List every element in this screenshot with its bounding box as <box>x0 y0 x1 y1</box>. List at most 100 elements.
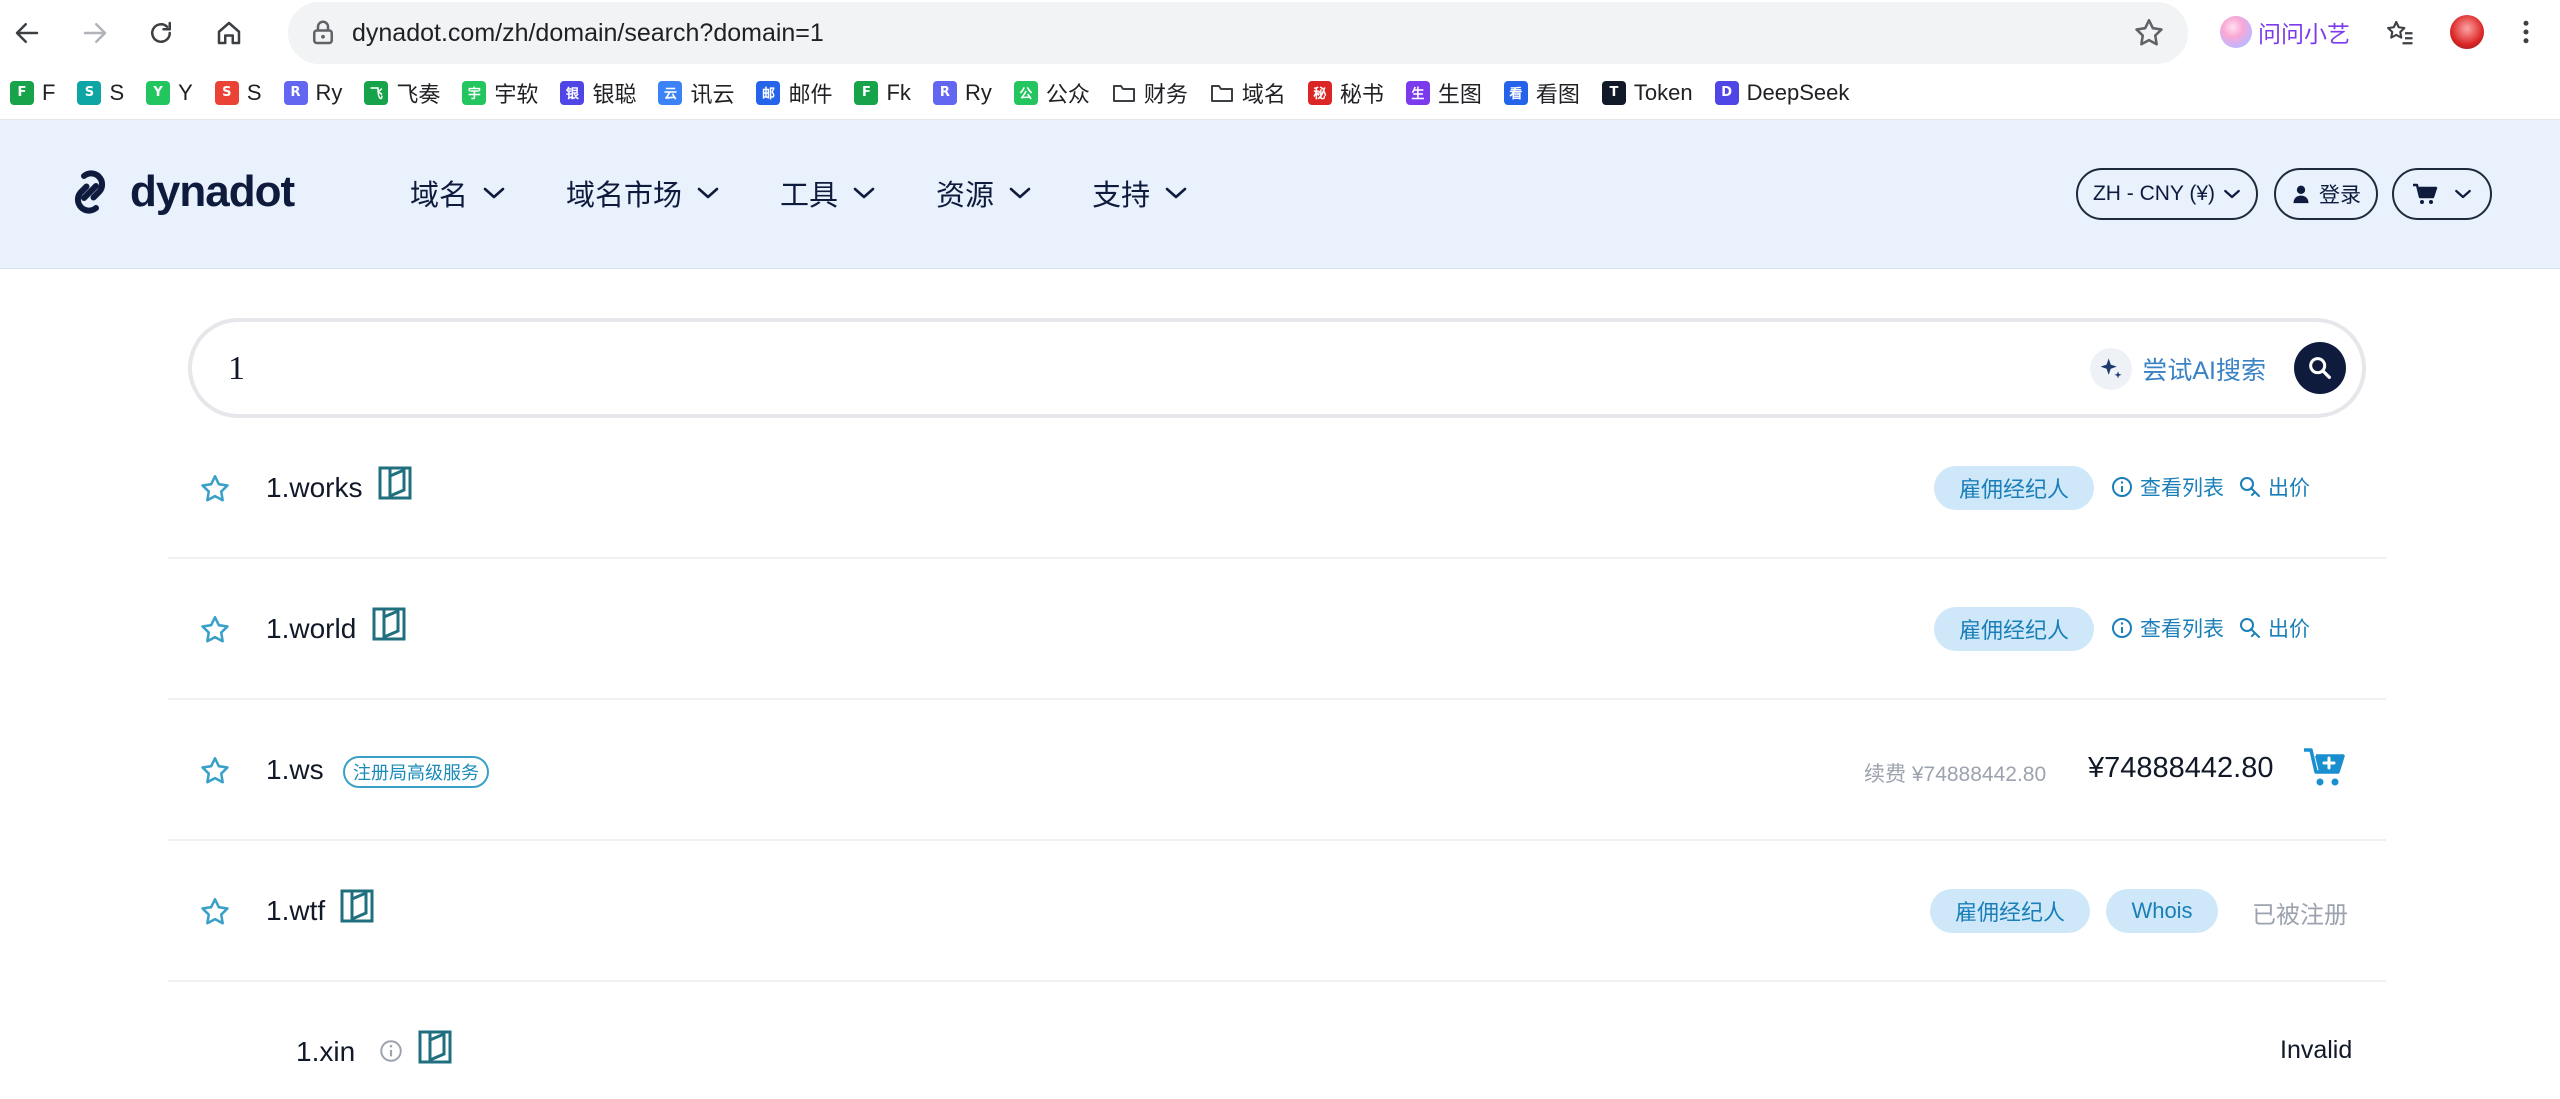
back-arrow-icon <box>15 23 39 43</box>
bookmark-17[interactable]: 看看图 <box>1503 77 1580 109</box>
bookmark-15[interactable]: 秘秘书 <box>1307 77 1384 109</box>
cart-button[interactable] <box>2392 168 2492 220</box>
info-icon <box>2112 477 2132 497</box>
chevron-down-icon <box>2224 189 2240 199</box>
domain-name[interactable]: 1.ws <box>266 754 324 786</box>
assistant-button[interactable]: 问问小艺 <box>2220 14 2350 50</box>
reload-button[interactable] <box>140 12 182 54</box>
bookmark-18[interactable]: T Token <box>1601 79 1693 106</box>
bookmark-3[interactable]: SS <box>214 80 262 106</box>
marketplace-listing-icon <box>378 466 412 500</box>
domain-name[interactable]: 1.wtf <box>266 895 325 927</box>
bookmark-14[interactable]: 域名 <box>1210 77 1286 109</box>
bookmark-5[interactable]: 飞飞奏 <box>364 77 440 109</box>
menu-resources[interactable]: 资源 <box>936 172 1032 214</box>
menu-tools[interactable]: 工具 <box>780 172 876 214</box>
bookmark-label: 宇软 <box>494 81 539 107</box>
search-submit-button[interactable] <box>2294 342 2346 394</box>
bookmark-favicon-icon: 公 <box>1013 80 1038 105</box>
info-icon[interactable] <box>378 1038 404 1064</box>
bookmark-label: 讯云 <box>690 81 735 107</box>
home-icon <box>217 21 241 45</box>
domain-name[interactable]: 1.world <box>266 613 356 645</box>
chevron-down-icon <box>853 187 875 199</box>
bookmark-10[interactable]: F Fk <box>854 80 911 106</box>
address-bar[interactable]: dynadot.com/zh/domain/search?domain=1 <box>288 2 2188 64</box>
dynadot-logo[interactable]: dynadot <box>62 164 295 220</box>
currency-label: ZH - CNY (¥) <box>2092 182 2216 205</box>
bookmark-11[interactable]: R Ry <box>932 79 992 106</box>
add-to-cart-icon[interactable] <box>2302 744 2348 790</box>
bookmark-favicon-icon: 生 <box>1405 80 1430 105</box>
view-listing-link[interactable]: 查看列表 <box>2110 613 2224 643</box>
search-icon <box>2309 357 2331 379</box>
reload-icon <box>151 21 171 43</box>
menu-domains[interactable]: 域名 <box>410 172 506 214</box>
bookmark-4[interactable]: R Ry <box>283 79 343 106</box>
favorite-star-icon[interactable] <box>198 613 232 647</box>
bookmark-label: 秘书 <box>1339 81 1384 107</box>
invalid-status: Invalid <box>2280 1036 2353 1064</box>
bookmark-19[interactable]: D DeepSeek <box>1714 79 1850 106</box>
menu-marketplace[interactable]: 域名市场 <box>566 172 720 214</box>
bookmark-favicon-icon: S <box>77 80 102 105</box>
result-row-1-wtf: 1.wtf 雇佣经纪人 Whois 已被注册 <box>168 841 2386 982</box>
favorite-star-icon[interactable] <box>198 754 232 788</box>
view-listing-link[interactable]: 查看列表 <box>2110 472 2224 502</box>
make-offer-link[interactable]: 出价 <box>2238 613 2310 643</box>
back-button[interactable] <box>6 12 48 54</box>
result-row-1-works: 1.works 雇佣经纪人 查看列表 出价 <box>168 418 2386 559</box>
bookmark-12[interactable]: 公公众 <box>1013 77 1090 109</box>
bookmark-6[interactable]: 宇宇软 <box>462 77 538 109</box>
domain-search-bar[interactable]: 1 尝试AI搜索 <box>188 318 2366 418</box>
chevron-down-icon <box>1009 187 1031 199</box>
bookmark-label: 公众 <box>1045 81 1090 107</box>
bookmark-13[interactable]: 财务 <box>1112 77 1188 109</box>
menu-support[interactable]: 支持 <box>1092 172 1188 214</box>
hire-broker-button[interactable]: 雇佣经纪人 <box>1934 607 2094 651</box>
bookmark-label: F <box>42 79 56 105</box>
login-button[interactable]: 登录 <box>2274 168 2378 220</box>
bookmark-9[interactable]: 邮邮件 <box>756 77 832 109</box>
try-ai-search-button[interactable]: 尝试AI搜索 <box>2090 348 2266 390</box>
currency-selector[interactable]: ZH - CNY (¥) <box>2076 168 2258 220</box>
bookmarks-bar: F F S S Y Y S S R Ry 飞飞奏宇宇软银银聪云讯云邮邮件 F Fk R Ry 公公众 财务 域名秘… <box>0 66 2560 120</box>
browser-menu-button[interactable] <box>2508 14 2544 50</box>
domain-price: ¥74888442.80 <box>2088 752 2274 784</box>
bookmark-label: 飞奏 <box>396 81 441 107</box>
favorite-star-icon[interactable] <box>198 895 232 929</box>
bookmark-label: S <box>109 79 125 105</box>
bookmark-star-icon[interactable] <box>2132 16 2166 50</box>
lock-icon <box>313 20 333 45</box>
forward-button[interactable] <box>74 12 116 54</box>
search-input[interactable]: 1 <box>228 350 245 388</box>
bookmark-favicon-icon: D <box>1714 80 1739 105</box>
domain-name[interactable]: 1.works <box>266 472 362 504</box>
bookmark-favicon-icon: 宇 <box>462 80 487 105</box>
bookmark-favicon-icon: 银 <box>560 80 585 105</box>
profile-avatar[interactable] <box>2450 15 2484 49</box>
bookmark-label: Ry <box>315 79 343 105</box>
bookmark-1[interactable]: SS <box>77 80 124 106</box>
bookmark-label: Token <box>1633 79 1693 105</box>
bookmark-0[interactable]: FF <box>10 80 55 106</box>
whois-button[interactable]: Whois <box>2106 889 2218 933</box>
cart-icon <box>2413 183 2438 204</box>
favorite-star-icon[interactable] <box>198 472 232 506</box>
bookmark-label: DeepSeek <box>1746 79 1850 105</box>
bookmark-7[interactable]: 银银聪 <box>560 77 636 109</box>
home-button[interactable] <box>208 12 250 54</box>
bookmark-16[interactable]: 生生图 <box>1405 77 1482 109</box>
bookmark-favicon-icon: F <box>854 80 879 105</box>
bookmark-2[interactable]: YY <box>146 80 193 106</box>
assistant-orb-icon <box>2220 16 2252 48</box>
hire-broker-button[interactable]: 雇佣经纪人 <box>1930 889 2090 933</box>
bookmark-label: Ry <box>964 79 992 105</box>
favorites-button[interactable] <box>2382 14 2418 50</box>
bookmark-8[interactable]: 云讯云 <box>658 77 734 109</box>
make-offer-link[interactable]: 出价 <box>2238 472 2310 502</box>
hire-broker-button[interactable]: 雇佣经纪人 <box>1934 466 2094 510</box>
folder-icon <box>1112 81 1136 105</box>
chevron-down-icon <box>483 187 505 199</box>
brand-name: dynadot <box>130 167 295 216</box>
